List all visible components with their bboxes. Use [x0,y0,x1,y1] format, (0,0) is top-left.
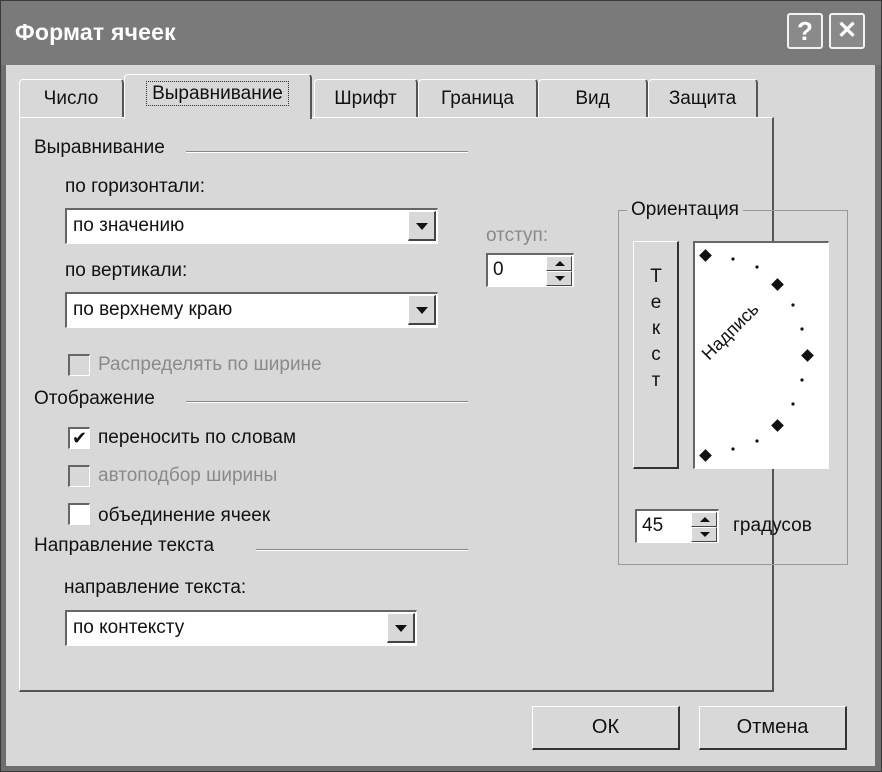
dial-dot [800,327,804,331]
dial-dot [731,447,735,451]
degrees-label: градусов [733,515,812,536]
close-button[interactable]: ✕ [829,13,865,49]
divider [186,151,468,153]
alignment-group-label: Выравнивание [34,137,173,159]
dialog-title: Формат ячеек [15,19,176,45]
dial-marker-minus45 [771,419,784,432]
indent-label: отступ: [486,225,549,246]
dialog-body: Число Выравнивание Шрифт Граница Вид Защ… [6,65,875,766]
spin-up-icon[interactable] [691,512,717,527]
vertical-letter: с [651,344,661,365]
tab-label: Вид [575,88,610,109]
dial-dot [800,378,804,382]
vertical-select-value: по верхнему краю [73,299,233,320]
text-direction-group-label: Направление текста [34,535,223,557]
indent-spinner[interactable]: 0 [486,253,574,287]
tab-view[interactable]: Вид [538,79,648,117]
indent-spin-buttons [546,256,572,286]
degrees-spin-buttons [691,512,717,542]
vertical-letter: к [651,318,661,339]
tab-label: Защита [668,88,737,109]
text-direction-value: по контексту [73,617,185,638]
tab-number[interactable]: Число [19,79,124,117]
dial-marker-45 [771,278,784,291]
merge-cells-checkbox[interactable] [68,503,90,525]
tab-label: Граница [441,88,514,109]
vertical-label: по вертикали: [65,260,188,281]
checkmark-icon: ✔ [71,428,88,448]
orientation-group-label: Ориентация [627,199,743,221]
indent-value: 0 [493,259,504,280]
dial-dot [755,439,759,443]
spin-down-icon[interactable] [546,271,572,286]
distribute-checkbox[interactable] [68,354,90,376]
chevron-down-icon[interactable] [408,295,436,325]
chevron-down-icon[interactable] [408,211,436,241]
spin-up-icon[interactable] [546,256,572,271]
dial-dot [755,265,759,269]
tab-font[interactable]: Шрифт [314,79,418,117]
wrap-text-label: переносить по словам [98,427,297,448]
orientation-dial-graphic: Надпись [698,249,814,462]
degrees-value: 45 [642,515,664,536]
text-direction-select[interactable]: по контексту [65,610,417,646]
orientation-group: Ориентация Т е к с т Надпись 45 градусов [618,199,848,565]
dial-text: Надпись [698,299,763,364]
orientation-dial[interactable]: Надпись [693,241,829,469]
shrink-to-fit-label: автоподбор ширины [98,465,278,486]
dial-dot [791,402,795,406]
title-bar: Формат ячеек ? ✕ [1,1,881,65]
tab-protection[interactable]: Защита [648,79,758,117]
vertical-letter: Т [650,266,662,287]
vertical-letter: е [650,292,662,313]
merge-cells-label: объединение ячеек [98,505,271,526]
tab-label: Выравнивание [146,81,289,106]
divider [256,549,468,551]
tab-alignment[interactable]: Выравнивание [124,74,312,119]
text-direction-label: направление текста: [64,577,247,598]
display-group-label: Отображение [34,388,163,410]
vertical-text-box[interactable]: Т е к с т [633,241,679,469]
wrap-text-checkbox[interactable]: ✔ [68,427,90,449]
tab-label: Число [43,88,99,109]
horizontal-select[interactable]: по значению [65,208,438,244]
format-cells-dialog: Формат ячеек ? ✕ Число Выравнивание Шриф… [0,0,882,772]
horizontal-label: по горизонтали: [65,176,205,197]
divider [186,401,468,403]
horizontal-select-value: по значению [73,215,185,236]
degrees-spinner[interactable]: 45 [635,509,719,543]
dial-dot [731,257,735,261]
tab-border[interactable]: Граница [418,79,538,117]
shrink-to-fit-checkbox[interactable] [68,465,90,487]
vertical-text-letters: Т е к с т [634,264,678,394]
close-icon: ✕ [836,17,858,44]
vertical-letter: т [651,370,661,391]
cancel-button[interactable]: Отмена [699,706,847,750]
spin-down-icon[interactable] [691,527,717,542]
dial-marker-0 [801,349,814,362]
tab-label: Шрифт [334,88,397,109]
dial-dot [791,303,795,307]
distribute-label: Распределять по ширине [98,354,322,375]
help-button[interactable]: ? [787,13,823,49]
chevron-down-icon[interactable] [387,613,415,643]
ok-button[interactable]: ОК [532,706,680,750]
help-icon: ? [797,16,813,46]
dial-marker-bottom [699,449,712,462]
vertical-select[interactable]: по верхнему краю [65,292,438,328]
dial-marker-top [699,249,712,262]
